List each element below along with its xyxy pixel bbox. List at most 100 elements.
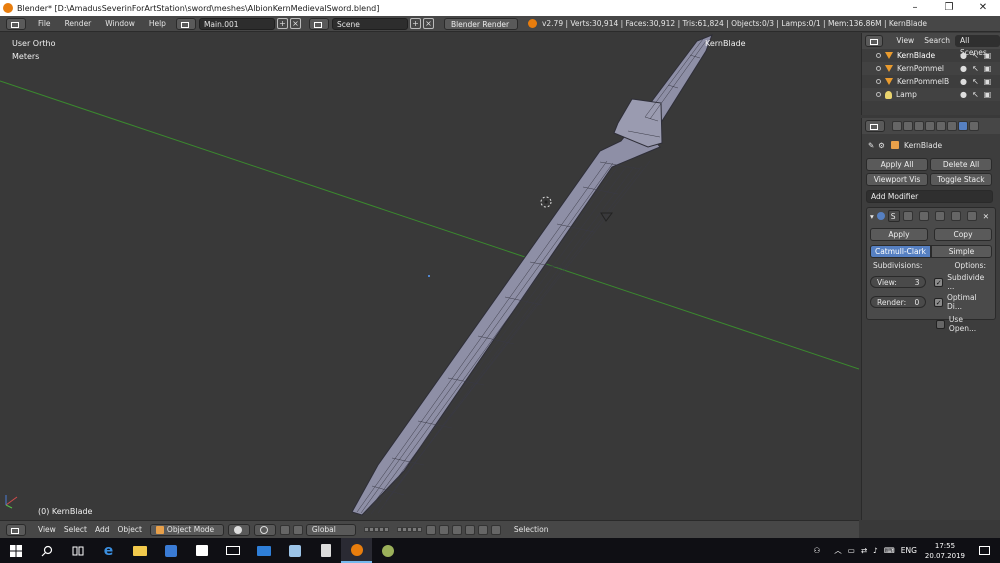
manipulator-move-icon[interactable] [292, 524, 303, 535]
menu-view[interactable]: View [34, 524, 60, 536]
editor-type-outliner-icon[interactable] [865, 35, 884, 47]
start-button[interactable] [0, 538, 31, 563]
remove-modifier-icon[interactable]: ✕ [983, 212, 989, 221]
toggle-stack-button[interactable]: Toggle Stack [930, 173, 992, 186]
outliner-tab-search[interactable]: Search [919, 35, 955, 47]
outliner-display-dropdown[interactable]: All Scenes [954, 35, 1000, 57]
view-subdivisions-field[interactable]: View: 3 [870, 276, 927, 288]
modifiers-tab-icon[interactable] [958, 121, 968, 131]
menu-select[interactable]: Select [60, 524, 91, 536]
mode-dropdown[interactable]: Object Mode [149, 523, 224, 536]
clock[interactable]: 17:55 20.07.2019 [925, 541, 965, 561]
use-opensubdiv-checkbox[interactable] [936, 319, 945, 329]
menu-help[interactable]: Help [145, 18, 170, 30]
calculator-taskbar-app[interactable] [310, 538, 341, 563]
select-arrow-icon[interactable]: ↖ [971, 77, 980, 86]
modifier-name-field[interactable]: S [887, 210, 900, 222]
language-indicator[interactable]: ENG [901, 546, 917, 555]
opengl-anim-icon[interactable] [490, 524, 501, 535]
opengl-render-icon[interactable] [477, 524, 488, 535]
network-icon[interactable]: ⇄ [861, 546, 867, 555]
layer-buttons[interactable] [363, 527, 389, 532]
subdivide-uvs-option[interactable]: ✓ Subdivide ... [934, 273, 992, 291]
editor-type-info-icon[interactable] [6, 17, 26, 30]
render-camera-icon[interactable]: ▣ [983, 51, 992, 60]
viewport-vis-button[interactable]: Viewport Vis [866, 173, 928, 186]
visibility-eye-icon[interactable]: ● [959, 64, 968, 73]
app-taskbar-app-2[interactable] [248, 538, 279, 563]
3d-viewport[interactable]: User Ortho Meters KernBlade (0) KernBlad… [0, 33, 859, 520]
render-camera-icon[interactable]: ▣ [983, 90, 992, 99]
scene-field[interactable]: Scene [331, 17, 408, 30]
close-button[interactable]: ✕ [966, 0, 1000, 16]
render-subdivisions-field[interactable]: Render: 0 [870, 296, 927, 308]
action-center-icon[interactable] [979, 546, 990, 555]
collapse-arrow-icon[interactable]: ▾ [870, 212, 874, 221]
menu-window[interactable]: Window [101, 18, 139, 30]
screen-layout-field[interactable]: Main.001 [198, 17, 275, 30]
pin-icon[interactable]: ✎ [868, 141, 874, 150]
app-taskbar-app-3[interactable] [279, 538, 310, 563]
visibility-eye-icon[interactable]: ● [959, 77, 968, 86]
render-tab-icon[interactable] [892, 121, 902, 131]
pivot-dropdown[interactable] [253, 523, 276, 536]
add-modifier-dropdown[interactable]: Add Modifier [866, 190, 993, 203]
show-viewport-icon[interactable] [918, 211, 929, 221]
edge-taskbar-app[interactable]: e [93, 538, 124, 563]
minimize-button[interactable]: – [898, 0, 932, 16]
move-down-icon[interactable] [966, 211, 977, 221]
snap-icon[interactable] [451, 524, 462, 535]
task-view-button[interactable] [62, 538, 93, 563]
lock-layers-icon[interactable] [425, 524, 436, 535]
layer-buttons-2[interactable] [396, 527, 422, 532]
copy-button[interactable]: Copy [934, 228, 992, 241]
select-arrow-icon[interactable]: ↖ [971, 90, 980, 99]
visibility-eye-icon[interactable]: ● [959, 51, 968, 60]
show-render-icon[interactable] [902, 211, 913, 221]
maximize-button[interactable]: ❐ [932, 0, 966, 16]
explorer-taskbar-app[interactable] [124, 538, 155, 563]
select-arrow-icon[interactable]: ↖ [971, 51, 980, 60]
catmull-clark-button[interactable]: Catmull-Clark [870, 245, 931, 258]
orientation-dropdown[interactable]: Global [305, 523, 356, 536]
app-taskbar-app-4[interactable] [372, 538, 403, 563]
optimal-display-checkbox[interactable]: ✓ [934, 297, 943, 307]
battery-icon[interactable]: ▭ [848, 546, 855, 555]
people-icon[interactable]: ⚇ [813, 546, 820, 555]
data-tab-icon[interactable] [969, 121, 979, 131]
volume-icon[interactable]: ♪ [873, 546, 878, 555]
menu-add[interactable]: Add [91, 524, 114, 536]
optimal-display-option[interactable]: ✓ Optimal Di... [934, 293, 992, 311]
object-tab-icon[interactable] [936, 121, 946, 131]
editor-type-3d-view-icon[interactable] [6, 523, 26, 536]
show-editmode-icon[interactable] [934, 211, 945, 221]
keyboard-icon[interactable]: ⌨ [884, 546, 895, 555]
remove-scene-icon[interactable]: × [422, 18, 434, 29]
select-arrow-icon[interactable]: ↖ [971, 64, 980, 73]
proportional-edit-icon[interactable] [438, 524, 449, 535]
menu-file[interactable]: File [34, 18, 55, 30]
remove-screen-icon[interactable]: × [289, 18, 301, 29]
render-camera-icon[interactable]: ▣ [983, 77, 992, 86]
add-screen-icon[interactable]: + [276, 18, 288, 29]
manipulator-toggle-icon[interactable] [279, 524, 290, 535]
editor-type-properties-icon[interactable] [865, 120, 885, 132]
mail-taskbar-app[interactable] [217, 538, 248, 563]
outliner-item-kernpommelb[interactable]: KernPommelB ● ↖ ▣ [862, 75, 1000, 88]
outliner-item-kernblade[interactable]: KernBlade ● ↖ ▣ [862, 49, 1000, 62]
render-engine-dropdown[interactable]: Blender Render [443, 17, 518, 30]
menu-object[interactable]: Object [113, 524, 145, 536]
show-hidden-icons-icon[interactable]: ︿ [834, 545, 842, 556]
simple-button[interactable]: Simple [931, 245, 992, 258]
screen-layout-icon[interactable] [175, 17, 196, 30]
scene-icon[interactable] [308, 17, 329, 30]
constraints-tab-icon[interactable] [947, 121, 957, 131]
delete-all-button[interactable]: Delete All [930, 158, 992, 171]
store-taskbar-app[interactable] [186, 538, 217, 563]
move-up-icon[interactable] [950, 211, 961, 221]
blender-taskbar-app[interactable] [341, 538, 372, 563]
layers-tab-icon[interactable] [903, 121, 913, 131]
shading-dropdown[interactable] [227, 523, 250, 536]
snap-target-icon[interactable] [464, 524, 475, 535]
scene-tab-icon[interactable] [914, 121, 924, 131]
